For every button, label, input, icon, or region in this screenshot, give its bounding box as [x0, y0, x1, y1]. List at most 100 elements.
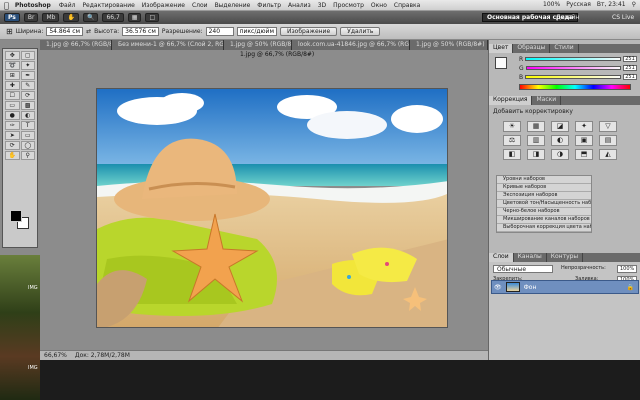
gradient-map-icon[interactable]: ⬒ [575, 149, 593, 160]
preset-item[interactable]: Кривые наборов [497, 184, 591, 192]
apple-icon[interactable]:  [4, 1, 9, 10]
blue-track[interactable] [525, 75, 621, 79]
hue-saturation-icon[interactable]: ▥ [527, 135, 545, 146]
preset-item[interactable]: Черно-белое наборов [497, 208, 591, 216]
status-zoom[interactable]: 66,67% [44, 352, 67, 359]
path-select-tool-icon[interactable]: ➤ [5, 131, 20, 140]
clock[interactable]: Вт, 23:41 [597, 1, 626, 8]
preset-item[interactable]: Микширование каналов наборов [497, 216, 591, 224]
opacity-field[interactable]: 100% [617, 265, 638, 273]
marquee-tool-icon[interactable]: ▢ [20, 51, 35, 60]
blur-tool-icon[interactable]: ● [5, 111, 20, 120]
desktop-file-label[interactable]: IMG [28, 365, 38, 371]
spotlight-icon[interactable]: ⚲ [632, 1, 636, 8]
canvas-image[interactable] [96, 88, 448, 328]
levels-icon[interactable]: ▦ [527, 121, 545, 132]
tab-swatches[interactable]: Образцы [513, 44, 551, 53]
hand-icon[interactable]: ✋ [63, 13, 79, 22]
crop-tool-icon[interactable]: ⊞ [6, 27, 13, 36]
blue-value[interactable]: 251 [623, 74, 637, 80]
zoom-tool-icon[interactable]: ⚲ [20, 151, 35, 160]
foreground-color-swatch[interactable] [10, 210, 22, 222]
tab-document[interactable]: Без имени-1 @ 66,7% (Слой 2, RGB/8) [112, 40, 224, 50]
red-track[interactable] [525, 57, 621, 61]
eye-icon[interactable]: 👁 [494, 284, 502, 291]
tab-document[interactable]: 1.jpg @ 66,7% (RGB/8#) [40, 40, 112, 50]
tab-styles[interactable]: Стили [550, 44, 579, 53]
photo-filter-icon[interactable]: ▣ [575, 135, 593, 146]
desktop-file-label[interactable]: IMG [28, 285, 38, 291]
tab-document[interactable]: 1.jpg @ 50% (RGB/8#) [224, 40, 292, 50]
dodge-tool-icon[interactable]: ◐ [20, 111, 35, 120]
front-image-button[interactable]: Изображение [280, 27, 338, 36]
layer-name[interactable]: Фон [524, 284, 537, 291]
bridge-button[interactable]: Br [23, 13, 39, 22]
threshold-icon[interactable]: ◑ [551, 149, 569, 160]
healing-brush-icon[interactable]: ✚ [5, 81, 20, 90]
width-field[interactable]: 54.864 см [46, 27, 84, 36]
tab-layers[interactable]: Слои [489, 253, 514, 262]
menu-help[interactable]: Справка [394, 2, 420, 9]
clear-button[interactable]: Удалить [340, 27, 381, 36]
tab-color[interactable]: Цвет [489, 44, 514, 53]
red-value[interactable]: 251 [623, 56, 637, 62]
resolution-field[interactable]: 240 [205, 27, 234, 36]
status-doc-size[interactable]: Док: 2,78M/2,78M [75, 352, 130, 359]
minibridge-button[interactable]: Mb [42, 13, 60, 22]
move-tool-icon[interactable]: ✥ [5, 51, 20, 60]
menu-layers[interactable]: Слои [192, 2, 208, 9]
menu-image[interactable]: Изображение [142, 2, 185, 9]
tab-adjustments[interactable]: Коррекция [489, 96, 533, 105]
color-preview-swatch[interactable] [495, 57, 507, 69]
screen-mode-button[interactable]: □ [145, 13, 160, 22]
posterize-icon[interactable]: ◨ [527, 149, 545, 160]
canvas-title[interactable]: 1.jpg @ 66,7% (RGB/8#) [240, 51, 314, 58]
vibrance-icon[interactable]: ▽ [599, 121, 617, 132]
menu-select[interactable]: Выделение [215, 2, 251, 9]
brush-tool-icon[interactable]: ✎ [20, 81, 35, 90]
color-balance-icon[interactable]: ⚖ [503, 135, 521, 146]
gradient-tool-icon[interactable]: ▩ [20, 101, 35, 110]
quick-select-tool-icon[interactable]: ✦ [20, 61, 35, 70]
preset-item[interactable]: Цветовой тон/Насыщенность наборов [497, 200, 591, 208]
exposure-icon[interactable]: ✦ [575, 121, 593, 132]
green-slider[interactable]: G 251 [519, 65, 637, 72]
arrange-documents-button[interactable]: ▦ [127, 13, 142, 22]
type-tool-icon[interactable]: T [20, 121, 35, 130]
preset-item[interactable]: Уровни наборов [497, 176, 591, 184]
invert-icon[interactable]: ◧ [503, 149, 521, 160]
menu-analysis[interactable]: Анализ [288, 2, 311, 9]
resolution-unit-select[interactable]: пикс/дюйм [236, 27, 277, 36]
channel-mixer-icon[interactable]: ▤ [599, 135, 617, 146]
zoom-icon[interactable]: 🔍 [82, 13, 99, 22]
tab-document[interactable]: 1.jpg @ 50% (RGB/8#) [410, 40, 488, 50]
crop-tool-icon[interactable]: ⊞ [5, 71, 20, 80]
cs-live-button[interactable]: CS Live [612, 14, 634, 21]
workspace-design[interactable]: Дизайн [556, 14, 579, 21]
tab-masks[interactable]: Маски [532, 96, 562, 105]
height-field[interactable]: 36.576 см [122, 27, 159, 36]
shape-tool-icon[interactable]: ▭ [20, 131, 35, 140]
menu-3d[interactable]: 3D [318, 2, 326, 9]
battery-status[interactable]: 100% [543, 1, 560, 8]
menu-filter[interactable]: Фильтр [257, 2, 281, 9]
brightness-icon[interactable]: ☀ [503, 121, 521, 132]
menu-view[interactable]: Просмотр [333, 2, 364, 9]
spectrum-bar[interactable] [519, 84, 631, 90]
zoom-level[interactable]: 66,7 [102, 13, 124, 22]
layer-row-background[interactable]: 👁 Фон 🔒 [491, 280, 639, 294]
blend-mode-select[interactable]: Обычные [493, 265, 553, 273]
3d-orbit-tool-icon[interactable]: ◯ [20, 141, 35, 150]
green-track[interactable] [525, 66, 621, 70]
eraser-tool-icon[interactable]: ▭ [5, 101, 20, 110]
menu-window[interactable]: Окно [371, 2, 387, 9]
curves-icon[interactable]: ◪ [551, 121, 569, 132]
red-slider[interactable]: R 251 [519, 56, 637, 63]
swap-icon[interactable]: ⇄ [86, 28, 91, 35]
selective-color-icon[interactable]: ◭ [599, 149, 617, 160]
history-brush-icon[interactable]: ⟳ [20, 91, 35, 100]
tab-document[interactable]: look.com.ua-41846.jpg @ 66,7% (RGB/8#) [292, 40, 410, 50]
menu-file[interactable]: Файл [59, 2, 76, 9]
eyedropper-tool-icon[interactable]: ✒ [20, 71, 35, 80]
black-white-icon[interactable]: ◐ [551, 135, 569, 146]
